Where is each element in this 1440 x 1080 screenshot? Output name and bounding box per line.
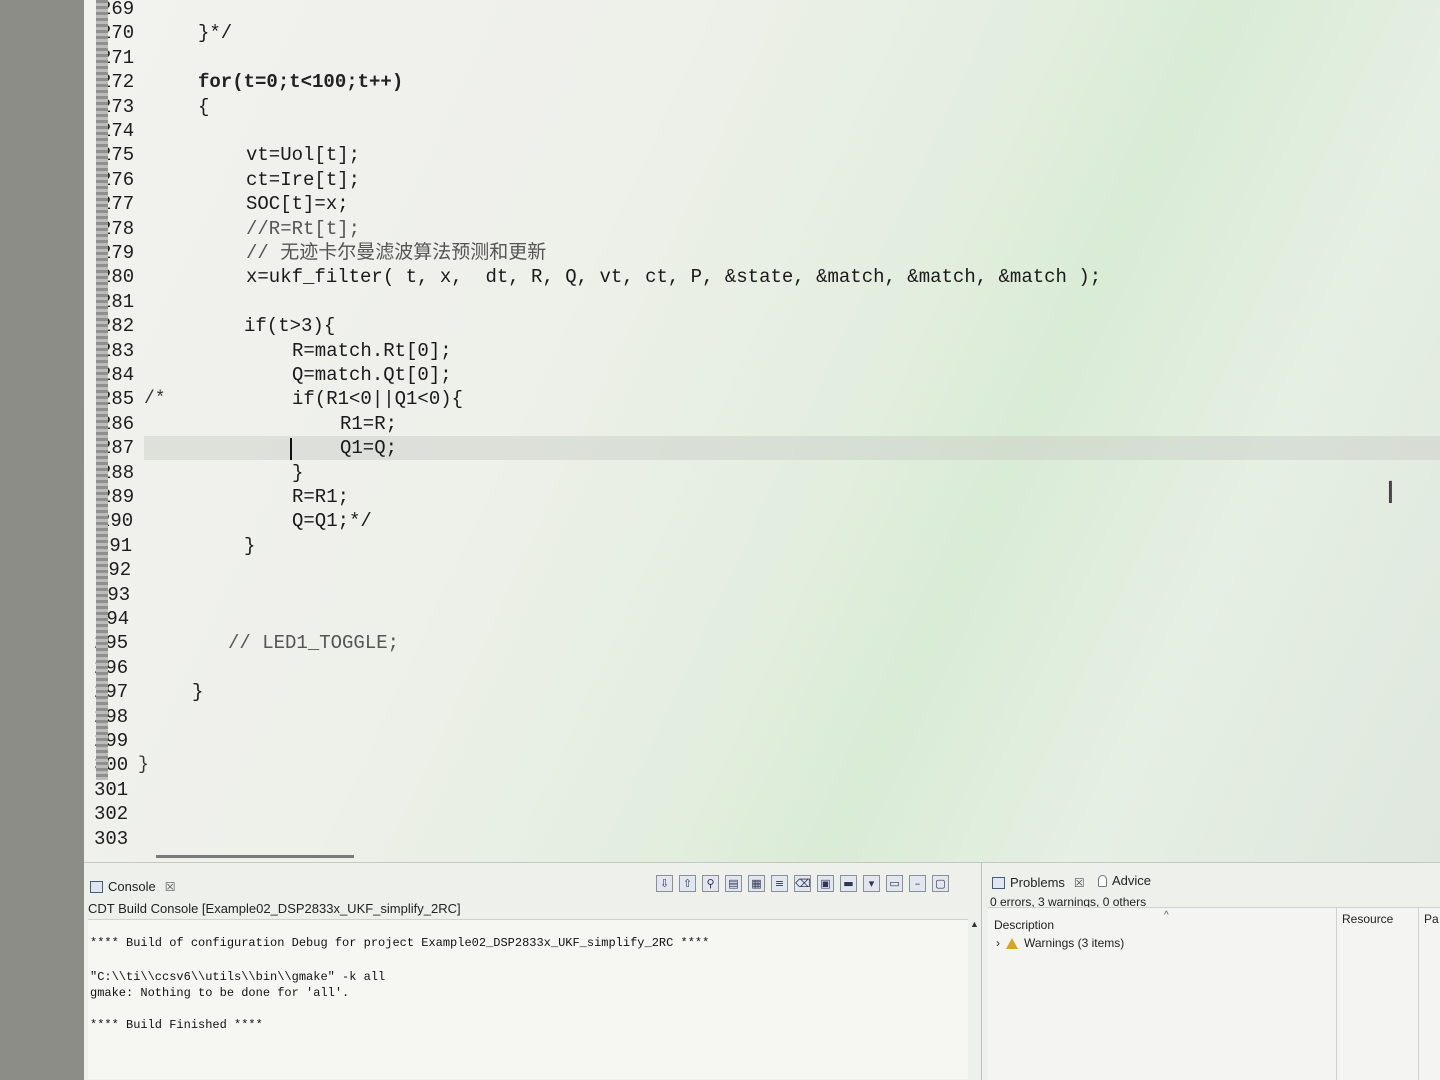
code-line[interactable]: } [292, 461, 303, 485]
code-line[interactable]: }*/ [198, 21, 232, 45]
column-header-path[interactable]: Pa [1424, 912, 1439, 926]
column-divider[interactable] [1336, 908, 1337, 1080]
console-output[interactable]: **** Build of configuration Debug for pr… [88, 919, 968, 1079]
code-line[interactable]: if(t>3){ [244, 314, 335, 338]
paste-icon[interactable]: ▦ [748, 875, 765, 892]
code-line[interactable]: R=match.Rt[0]; [292, 339, 452, 363]
code-line[interactable]: Q=match.Qt[0]; [292, 363, 452, 387]
warnings-group-row[interactable]: › Warnings (3 items) [996, 936, 1124, 950]
column-divider[interactable] [1418, 908, 1419, 1080]
problems-view: Problems ☒ Advice 0 errors, 3 warnings, … [986, 863, 1440, 1080]
close-icon[interactable]: ☒ [165, 880, 176, 894]
horizontal-scrollbar[interactable] [156, 855, 354, 858]
column-header-resource[interactable]: Resource [1342, 912, 1393, 926]
sort-arrow-icon: ^ [1164, 910, 1169, 921]
code-line[interactable]: { [198, 95, 209, 119]
code-line[interactable]: Q1=Q; [340, 436, 397, 460]
console-line: gmake: Nothing to be done for 'all'. [90, 986, 350, 1000]
ibeam-cursor-icon: I [1386, 476, 1395, 511]
dropdown-icon[interactable]: ▾ [863, 875, 880, 892]
console-icon [90, 880, 103, 893]
console-toolbar: ⇩ ⇧ ⚲ ▤ ▦ ≡ ⌫ ▣ ▬ ▾ ▭ – ▢ [656, 875, 949, 892]
lightbulb-icon [1098, 874, 1107, 887]
code-line[interactable]: // LED1_TOGGLE; [228, 631, 399, 655]
word-wrap-icon[interactable]: ≡ [771, 875, 788, 892]
console-view: Console ☒ ⇩ ⇧ ⚲ ▤ ▦ ≡ ⌫ ▣ ▬ ▾ ▭ – ▢ CDT Build Consol… [84, 863, 982, 1080]
code-line[interactable]: R=R1; [292, 485, 349, 509]
advice-tab-label: Advice [1112, 873, 1152, 888]
column-header-description[interactable]: Description [994, 918, 1054, 932]
code-line[interactable]: for(t=0;t<100;t++) [198, 70, 403, 94]
problems-icon [992, 876, 1005, 889]
problems-table[interactable]: ^ Description Resource Pa › Warnings (3 … [988, 907, 1440, 1080]
problems-tab-label: Problems [1010, 875, 1065, 890]
new-console-icon[interactable]: ▭ [886, 875, 903, 892]
code-line[interactable]: if(R1<0||Q1<0){ [292, 387, 463, 411]
code-line[interactable]: // 无迹卡尔曼滤波算法预测和更新 [246, 241, 546, 265]
warning-icon [1006, 937, 1018, 949]
tab-advice[interactable]: Advice [1098, 873, 1151, 888]
tab-console[interactable]: Console ☒ [90, 879, 175, 894]
bottom-panels: Console ☒ ⇩ ⇧ ⚲ ▤ ▦ ≡ ⌫ ▣ ▬ ▾ ▭ – ▢ CDT Build Consol… [84, 862, 1440, 1080]
clear-icon[interactable]: ⌫ [794, 875, 811, 892]
code-editor[interactable]: 269 270 271 272 273 274 275 276 277 278 279 280 281 2… [84, 0, 1440, 862]
maximize-icon[interactable]: ▢ [932, 875, 949, 892]
copy-icon[interactable]: ▤ [725, 875, 742, 892]
tab-problems[interactable]: Problems ☒ [992, 875, 1085, 890]
code-area[interactable]: }*/ for(t=0;t<100;t++){ vt=Uol[t]; ct=Ire[t… [84, 0, 1440, 862]
close-icon[interactable]: ☒ [1074, 876, 1085, 890]
console-line: **** Build of configuration Debug for pr… [90, 936, 710, 950]
scroll-up-icon[interactable]: ▲ [970, 919, 979, 929]
code-line[interactable]: ct=Ire[t]; [246, 168, 360, 192]
open-console-icon[interactable]: ▬ [840, 875, 857, 892]
code-line[interactable]: Q=Q1;*/ [292, 509, 372, 533]
minimize-icon[interactable]: – [909, 875, 926, 892]
code-line[interactable]: } [192, 680, 203, 704]
screen-bezel [0, 0, 84, 1080]
console-line: **** Build Finished **** [90, 1018, 263, 1032]
expand-chevron-icon[interactable]: › [996, 936, 1000, 950]
console-line: "C:\\ti\\ccsv6\\utils\\bin\\gmake" -k al… [90, 970, 386, 984]
code-line[interactable]: //R=Rt[t]; [246, 217, 360, 241]
code-line[interactable]: SOC[t]=x; [246, 192, 349, 216]
arrow-down-icon[interactable]: ⇩ [656, 875, 673, 892]
code-line[interactable]: vt=Uol[t]; [246, 143, 360, 167]
code-line[interactable]: x=ukf_filter( t, x, dt, R, Q, vt, ct, P,… [246, 265, 1101, 289]
arrow-up-icon[interactable]: ⇧ [679, 875, 696, 892]
console-tab-label: Console [108, 879, 156, 894]
pin-icon[interactable]: ⚲ [702, 875, 719, 892]
code-line[interactable]: } [244, 534, 255, 558]
text-caret [290, 438, 292, 460]
code-line[interactable]: R1=R; [340, 412, 397, 436]
overview-ruler [96, 0, 108, 780]
console-title: CDT Build Console [Example02_DSP2833x_UK… [88, 901, 461, 916]
display-icon[interactable]: ▣ [817, 875, 834, 892]
warnings-row-label: Warnings (3 items) [1024, 936, 1125, 950]
